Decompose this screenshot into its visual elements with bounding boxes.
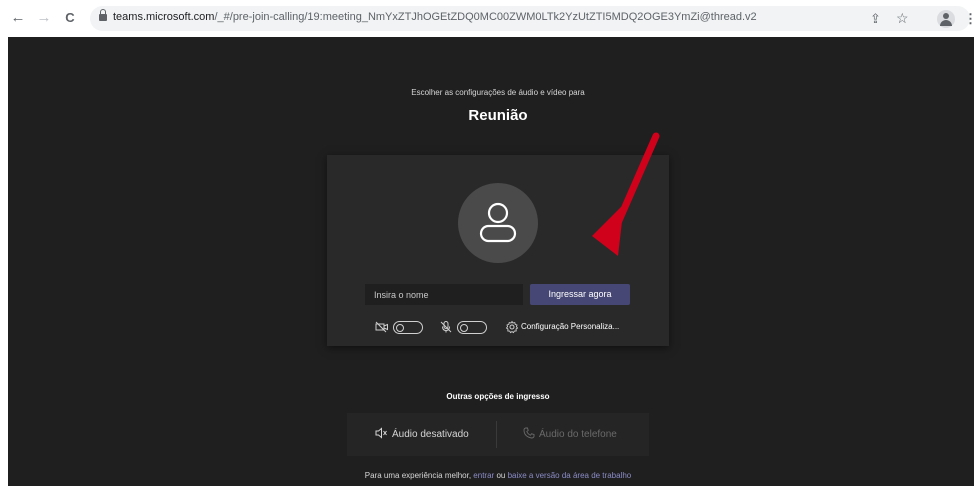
camera-off-icon bbox=[375, 321, 388, 333]
join-now-button[interactable]: Ingressar agora bbox=[530, 284, 630, 305]
audio-off-label: Áudio desativado bbox=[392, 429, 469, 440]
browser-toolbar: ← → C teams.microsoft.com/_#/pre-join-ca… bbox=[0, 0, 974, 37]
audio-options: Áudio desativado Áudio do telefone bbox=[347, 413, 649, 456]
footer-middle: ou bbox=[496, 471, 506, 480]
person-icon bbox=[479, 202, 517, 243]
mic-off-icon bbox=[440, 321, 452, 333]
url-text[interactable]: teams.microsoft.com/_#/pre-join-calling/… bbox=[113, 11, 757, 23]
meeting-title: Reunião bbox=[468, 107, 528, 124]
address-bar[interactable]: teams.microsoft.com/_#/pre-join-calling/… bbox=[90, 6, 974, 31]
lock-icon[interactable] bbox=[99, 9, 107, 21]
download-desktop-link[interactable]: baixe a versão da área de trabalho bbox=[508, 471, 632, 480]
name-input[interactable] bbox=[365, 284, 523, 305]
mic-toggle[interactable] bbox=[457, 321, 487, 334]
back-icon[interactable]: ← bbox=[8, 8, 28, 28]
profile-avatar-icon[interactable] bbox=[937, 10, 955, 28]
footer-prefix: Para uma experiência melhor, bbox=[364, 471, 472, 480]
audio-off-option[interactable]: Áudio desativado bbox=[375, 427, 469, 440]
other-join-options-title: Outras opções de ingresso bbox=[446, 392, 550, 401]
forward-icon[interactable]: → bbox=[34, 8, 54, 28]
prejoin-page: Escolher as configurações de áudio e víd… bbox=[8, 37, 974, 486]
url-host: teams.microsoft.com bbox=[113, 11, 215, 23]
prejoin-subtitle: Escolher as configurações de áudio e víd… bbox=[411, 88, 585, 97]
user-avatar bbox=[458, 183, 538, 263]
camera-toggle[interactable] bbox=[393, 321, 423, 334]
phone-icon bbox=[523, 427, 535, 439]
url-path: /_#/pre-join-calling/19:meeting_NmYxZTJh… bbox=[214, 11, 757, 23]
reload-icon[interactable]: C bbox=[60, 8, 80, 28]
custom-settings-link[interactable]: Configuração Personaliza... bbox=[521, 322, 619, 331]
phone-audio-label: Áudio do telefone bbox=[539, 429, 617, 440]
annotation-arrow-icon bbox=[592, 132, 660, 256]
star-icon[interactable]: ☆ bbox=[896, 11, 909, 26]
menu-icon[interactable]: ⋮ bbox=[964, 11, 974, 26]
footer-text: Para uma experiência melhor, entrar ou b… bbox=[8, 471, 974, 480]
sign-in-link[interactable]: entrar bbox=[473, 471, 494, 480]
speaker-off-icon bbox=[375, 427, 387, 439]
phone-audio-option[interactable]: Áudio do telefone bbox=[523, 427, 617, 440]
share-icon[interactable]: ⇪ bbox=[870, 11, 881, 26]
divider bbox=[496, 421, 497, 448]
gear-icon[interactable] bbox=[505, 320, 519, 334]
